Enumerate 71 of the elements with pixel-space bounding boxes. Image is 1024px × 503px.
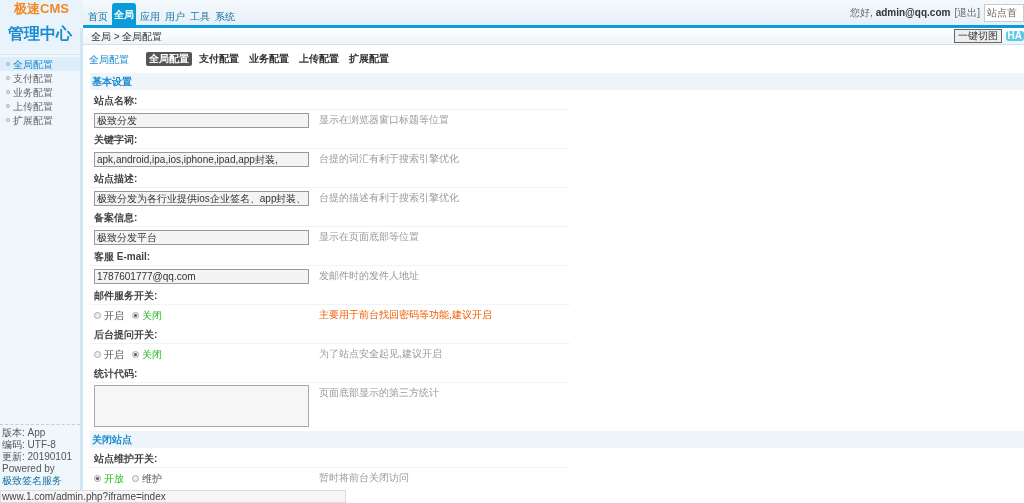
logout-link[interactable]: [退出] <box>954 5 980 20</box>
powered-link[interactable]: 极致签名服务 <box>2 475 80 487</box>
info-text: 更新: 20190101 <box>2 451 74 463</box>
hint-text: 为了站点安全起见,建议开启 <box>319 347 442 361</box>
hint-text: 发邮件时的发件人地址 <box>319 269 419 283</box>
sidebar-item[interactable]: 上传配置 <box>0 99 80 113</box>
sidebar-label: 全局配置 <box>13 57 53 72</box>
radio-option[interactable]: 开启 <box>94 307 124 323</box>
config-tab[interactable]: 支付配置 <box>196 52 242 66</box>
hint-text: 页面底部显示的第三方统计 <box>319 386 439 400</box>
textarea-field[interactable] <box>94 385 309 427</box>
input-field[interactable]: 极致分发为各行业提供ios企业签名、app封装、 <box>94 190 309 206</box>
hint-text: 台提的词汇有利于搜索引擎优化 <box>319 152 459 166</box>
config-tab[interactable]: 业务配置 <box>246 52 292 66</box>
input-field[interactable]: 极致分发 <box>94 112 309 128</box>
hint-text: 台提的描述有利于搜索引擎优化 <box>319 191 459 205</box>
radio-icon[interactable] <box>132 474 139 482</box>
radio-icon[interactable] <box>94 474 101 482</box>
breadcrumb-text: 全局 > 全局配置 <box>91 29 163 44</box>
field-label: 关键字词: <box>94 133 138 147</box>
badge: HA <box>1005 31 1024 41</box>
site-field[interactable]: 站点首 <box>984 3 1024 22</box>
input-field[interactable]: apk,android,ipa,ios,iphone,ipad,app封装, <box>94 151 309 167</box>
input-field[interactable]: 1787601777@qq.com <box>94 268 309 284</box>
radio-icon[interactable] <box>132 350 139 358</box>
logo-text: 极速CMS <box>14 2 69 16</box>
nav-tab[interactable]: 首页 <box>87 7 109 25</box>
nav-tab[interactable]: 应用 <box>139 7 161 25</box>
sidebar-item[interactable]: 支付配置 <box>0 71 80 85</box>
sidebar-label: 业务配置 <box>13 85 53 100</box>
status-url: www.1.com/admin.php?iframe=index <box>0 490 346 503</box>
field-label: 站点描述: <box>94 172 138 186</box>
radio-icon[interactable] <box>132 311 139 319</box>
field-label: 邮件服务开关: <box>94 289 158 303</box>
info-text: 版本: App <box>2 427 47 439</box>
nav-tab[interactable]: 系统 <box>214 7 236 25</box>
sidebar-label: 支付配置 <box>13 71 53 86</box>
field-label: 后台提问开关: <box>94 328 158 342</box>
logo-text: 管理中心 <box>8 25 72 44</box>
radio-option[interactable]: 维护 <box>132 470 162 486</box>
radio-option[interactable]: 开启 <box>94 346 124 362</box>
sidebar-label: 扩展配置 <box>13 113 53 128</box>
input-field[interactable]: 极致分发平台 <box>94 229 309 245</box>
nav-tab[interactable]: 工具 <box>189 7 211 25</box>
cut-button[interactable]: 一键切图 <box>953 29 1002 43</box>
info-text: 编码: UTF-8 <box>2 439 57 451</box>
hint-text: 显示在页面底部等位置 <box>319 230 419 244</box>
nav-tab[interactable]: 全局 <box>112 3 136 25</box>
hint-text: 暂时将前台关闭访问 <box>319 471 409 485</box>
field-label: 备案信息: <box>94 211 138 225</box>
sidebar-item[interactable]: 全局配置 <box>0 57 80 71</box>
config-tab[interactable]: 扩展配置 <box>346 52 392 66</box>
sidebar-label: 上传配置 <box>13 99 53 114</box>
hint-text: 显示在浏览器窗口标题等位置 <box>319 113 449 127</box>
radio-icon[interactable] <box>94 350 101 358</box>
section-title: 关闭站点 <box>92 433 132 447</box>
nav-tab[interactable]: 用户 <box>164 7 186 25</box>
field-label: 客服 E-mail: <box>94 250 151 264</box>
radio-icon[interactable] <box>94 311 101 319</box>
powered-text: Powered by <box>2 463 56 475</box>
field-label: 站点维护开关: <box>94 452 158 466</box>
sidebar-item[interactable]: 业务配置 <box>0 85 80 99</box>
field-label: 统计代码: <box>94 367 138 381</box>
page-title: 全局配置 <box>89 52 129 67</box>
field-label: 站点名称: <box>94 94 138 108</box>
section-title: 基本设置 <box>92 75 132 89</box>
hint-text: 主要用于前台找回密码等功能,建议开启 <box>319 308 492 322</box>
greeting-text: 您好, admin@qq.com <box>850 6 951 20</box>
config-tab[interactable]: 上传配置 <box>296 52 342 66</box>
config-tab[interactable]: 全局配置 <box>146 52 192 66</box>
sidebar-item[interactable]: 扩展配置 <box>0 113 80 127</box>
